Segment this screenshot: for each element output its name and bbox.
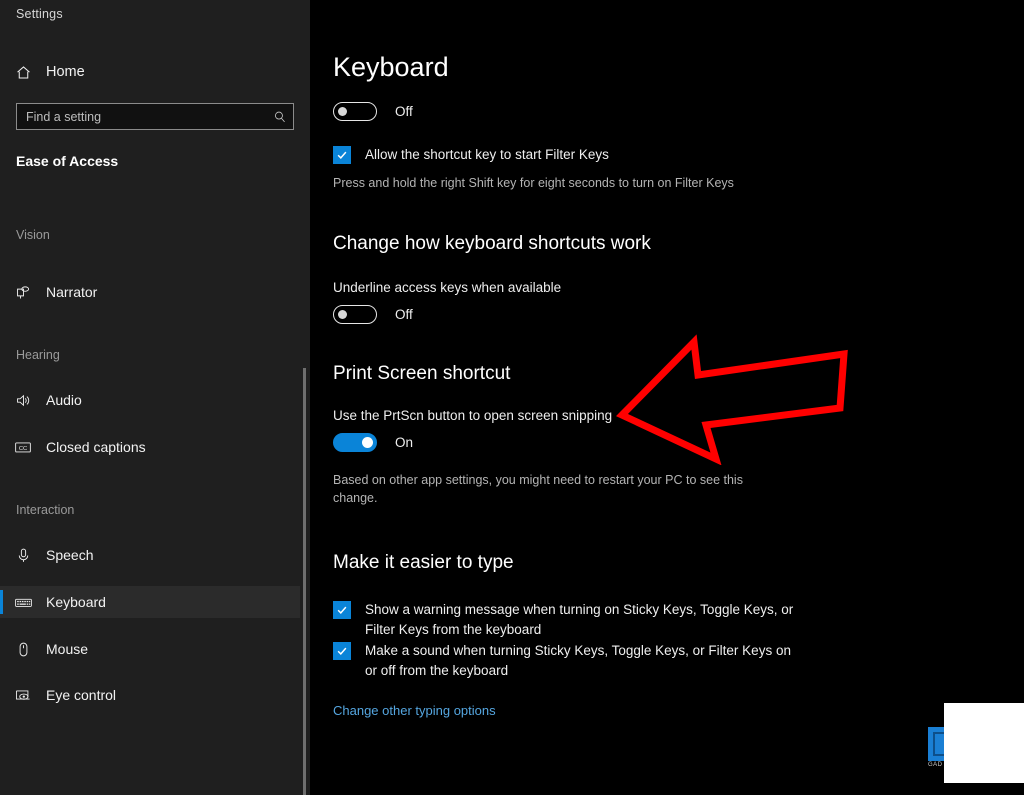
underline-access-keys-toggle[interactable] — [333, 305, 377, 324]
home-icon — [0, 64, 46, 81]
sidebar-item-keyboard[interactable]: Keyboard — [0, 586, 300, 618]
sidebar-scrollbar[interactable] — [303, 0, 308, 795]
sidebar-item-narrator-label: Narrator — [46, 284, 98, 300]
narrator-icon — [0, 284, 46, 301]
make-sound-checkbox-label: Make a sound when turning Sticky Keys, T… — [365, 643, 791, 678]
filter-keys-checkbox-label: Allow the shortcut key to start Filter K… — [365, 147, 609, 162]
keyboard-toggle-row[interactable]: Off — [333, 102, 413, 121]
print-screen-section-heading: Print Screen shortcut — [333, 363, 511, 384]
settings-window: Settings Home Ease of Access Vision Hear… — [0, 0, 1024, 795]
sidebar-item-audio-label: Audio — [46, 392, 82, 408]
show-warning-checkbox-row[interactable]: Show a warning message when turning on S… — [333, 600, 805, 640]
sidebar-group-hearing: Hearing — [16, 348, 60, 362]
print-screen-toggle-state: On — [395, 435, 414, 450]
underline-access-keys-toggle-row[interactable]: Off — [333, 305, 413, 324]
sidebar-item-closed-captions[interactable]: CC Closed captions — [0, 431, 300, 463]
sidebar-item-keyboard-label: Keyboard — [46, 594, 106, 610]
keyboard-icon — [0, 593, 46, 612]
main-content: Keyboard Off Allow the shortcut key to s… — [310, 0, 1024, 795]
sidebar-item-audio[interactable]: Audio — [0, 384, 300, 416]
change-other-typing-options-link[interactable]: Change other typing options — [333, 703, 496, 718]
underline-access-keys-label: Underline access keys when available — [333, 280, 562, 295]
eye-control-icon — [0, 686, 46, 704]
print-screen-toggle[interactable] — [333, 433, 377, 452]
speaker-icon — [0, 392, 46, 409]
svg-text:CC: CC — [19, 446, 27, 452]
print-screen-label: Use the PrtScn button to open screen sni… — [333, 408, 613, 423]
sidebar-category-title: Ease of Access — [16, 153, 119, 169]
sidebar-item-narrator[interactable]: Narrator — [0, 276, 300, 308]
sidebar-group-interaction: Interaction — [16, 503, 75, 517]
window-title: Settings — [16, 7, 63, 21]
print-screen-toggle-row[interactable]: On — [333, 433, 413, 452]
sidebar-item-eye-control[interactable]: Eye control — [0, 679, 300, 711]
shortcuts-section-heading: Change how keyboard shortcuts work — [333, 233, 651, 254]
sidebar-item-mouse[interactable]: Mouse — [0, 633, 300, 665]
show-warning-checkbox-label: Show a warning message when turning on S… — [365, 602, 794, 637]
sidebar-item-closed-captions-label: Closed captions — [46, 439, 146, 455]
type-section-heading: Make it easier to type — [333, 552, 514, 573]
sidebar-item-mouse-label: Mouse — [46, 641, 89, 657]
mouse-icon — [0, 641, 46, 658]
search-input[interactable] — [17, 109, 267, 124]
filter-keys-description: Press and hold the right Shift key for e… — [333, 176, 734, 190]
filter-keys-checkbox-row[interactable]: Allow the shortcut key to start Filter K… — [333, 145, 609, 165]
closed-caption-icon: CC — [0, 438, 46, 456]
sidebar-item-eye-control-label: Eye control — [46, 687, 117, 703]
sidebar-item-home[interactable]: Home — [0, 57, 300, 87]
white-overlay-box — [944, 703, 1024, 783]
sidebar-scrollbar-thumb[interactable] — [303, 368, 306, 795]
microphone-icon — [0, 547, 46, 564]
make-sound-checkbox[interactable] — [333, 642, 351, 660]
search-icon[interactable] — [267, 110, 293, 124]
sidebar-group-vision: Vision — [16, 228, 50, 242]
make-sound-checkbox-row[interactable]: Make a sound when turning Sticky Keys, T… — [333, 641, 805, 681]
sidebar-item-home-label: Home — [46, 64, 85, 80]
sidebar-item-speech-label: Speech — [46, 547, 94, 563]
corner-widget-caption: GAD — [928, 762, 943, 768]
show-warning-checkbox[interactable] — [333, 601, 351, 619]
keyboard-toggle-state: Off — [395, 104, 413, 119]
search-box[interactable] — [16, 103, 294, 130]
page-title: Keyboard — [333, 52, 449, 82]
sidebar-item-speech[interactable]: Speech — [0, 539, 300, 571]
filter-keys-checkbox[interactable] — [333, 146, 351, 164]
sidebar: Settings Home Ease of Access Vision Hear… — [0, 0, 310, 795]
keyboard-toggle[interactable] — [333, 102, 377, 121]
print-screen-description: Based on other app settings, you might n… — [333, 473, 743, 505]
underline-access-keys-toggle-state: Off — [395, 307, 413, 322]
